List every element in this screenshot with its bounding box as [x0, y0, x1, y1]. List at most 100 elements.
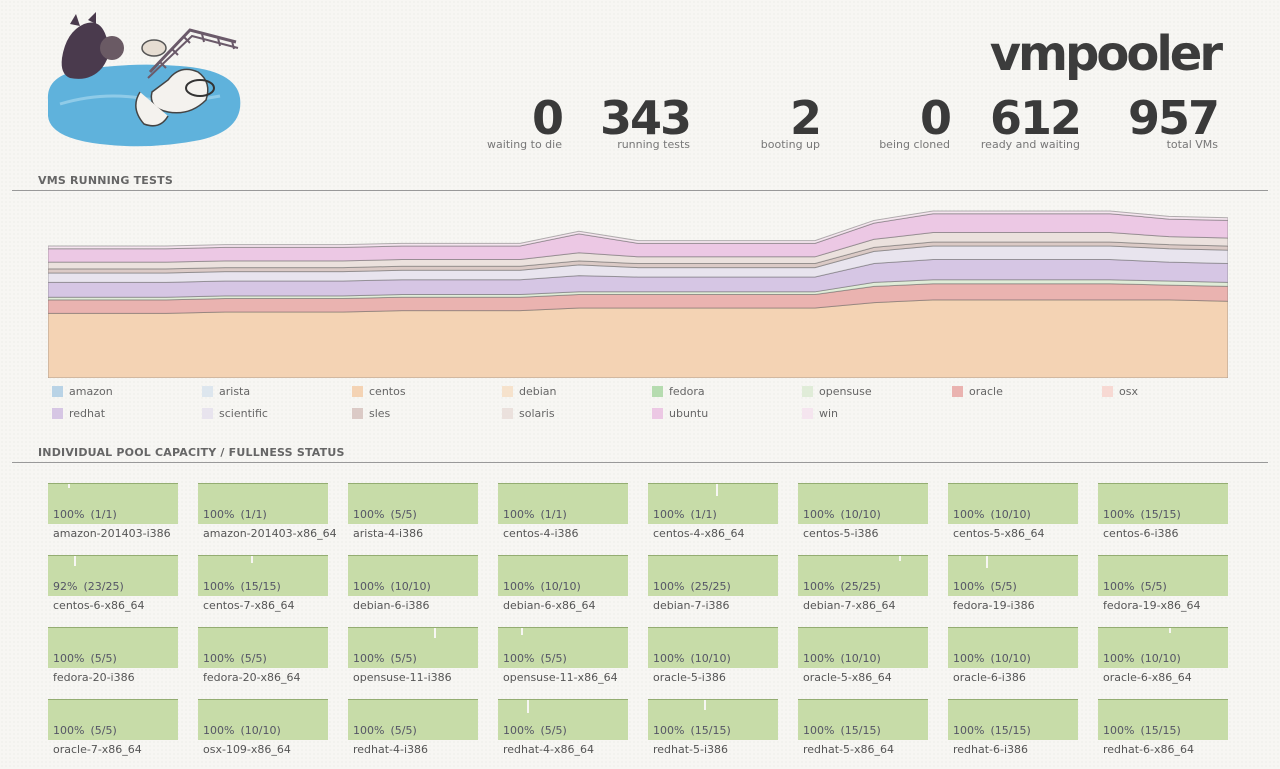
- pool-fullness: 100% (15/15): [803, 724, 881, 737]
- pool-count: (10/10): [240, 724, 281, 737]
- pool-card-redhat-4-x86_64[interactable]: 100% (5/5) redhat-4-x86_64: [498, 699, 628, 759]
- pool-name: fedora-20-i386: [53, 671, 135, 684]
- pool-card-centos-6-i386[interactable]: 100% (15/15) centos-6-i386: [1098, 483, 1228, 543]
- pool-card-fedora-20-i386[interactable]: 100% (5/5) fedora-20-i386: [48, 627, 178, 687]
- pool-card-oracle-6-i386[interactable]: 100% (10/10) oracle-6-i386: [948, 627, 1078, 687]
- legend-item-debian[interactable]: debian: [502, 384, 557, 398]
- pool-card-arista-4-i386[interactable]: 100% (5/5) arista-4-i386: [348, 483, 478, 543]
- pool-card-fedora-20-x86_64[interactable]: 100% (5/5) fedora-20-x86_64: [198, 627, 328, 687]
- pool-card-redhat-5-i386[interactable]: 100% (15/15) redhat-5-i386: [648, 699, 778, 759]
- pool-card-redhat-4-i386[interactable]: 100% (5/5) redhat-4-i386: [348, 699, 478, 759]
- legend-swatch: [352, 385, 363, 397]
- pool-count: (15/15): [990, 724, 1031, 737]
- pool-fullness: 100% (5/5): [353, 652, 417, 665]
- pool-card-oracle-7-x86_64[interactable]: 100% (5/5) oracle-7-x86_64: [48, 699, 178, 759]
- pool-card-opensuse-11-i386[interactable]: 100% (5/5) opensuse-11-i386: [348, 627, 478, 687]
- legend-label: sles: [369, 406, 391, 420]
- pool-percent: 100%: [203, 652, 235, 665]
- pool-fullness: 100% (1/1): [203, 508, 267, 521]
- sparkline-dip: [74, 556, 76, 566]
- pool-fullness: 100% (5/5): [953, 580, 1017, 593]
- pool-count: (10/10): [390, 580, 431, 593]
- pool-percent: 100%: [53, 652, 85, 665]
- pool-name: debian-7-i386: [653, 599, 730, 612]
- stat-value: 0: [531, 91, 564, 145]
- legend-item-oracle[interactable]: oracle: [952, 384, 1003, 398]
- pool-card-osx-109-x86_64[interactable]: 100% (10/10) osx-109-x86_64: [198, 699, 328, 759]
- sparkline-dip: [434, 628, 436, 638]
- pool-card-amazon-201403-x86_64[interactable]: 100% (1/1) amazon-201403-x86_64: [198, 483, 337, 543]
- legend-item-redhat[interactable]: redhat: [52, 406, 105, 420]
- legend-item-sles[interactable]: sles: [352, 406, 390, 420]
- pool-fullness: 100% (5/5): [503, 652, 567, 665]
- pool-card-centos-4-i386[interactable]: 100% (1/1) centos-4-i386: [498, 483, 628, 543]
- legend-item-scientific[interactable]: scientific: [202, 406, 268, 420]
- pool-card-redhat-5-x86_64[interactable]: 100% (15/15) redhat-5-x86_64: [798, 699, 928, 759]
- pool-card-debian-6-i386[interactable]: 100% (10/10) debian-6-i386: [348, 555, 478, 615]
- legend-item-centos[interactable]: centos: [352, 384, 406, 398]
- pool-name: redhat-4-x86_64: [503, 743, 594, 756]
- pool-card-debian-6-x86_64[interactable]: 100% (10/10) debian-6-x86_64: [498, 555, 628, 615]
- stat-label: being cloned: [879, 138, 950, 151]
- pool-card-debian-7-x86_64[interactable]: 100% (25/25) debian-7-x86_64: [798, 555, 928, 615]
- pool-card-amazon-201403-i386[interactable]: 100% (1/1) amazon-201403-i386: [48, 483, 178, 543]
- pool-percent: 100%: [1103, 508, 1135, 521]
- legend-label: oracle: [969, 384, 1003, 398]
- running-tests-stacked-chart: [48, 210, 1228, 378]
- legend-item-solaris[interactable]: solaris: [502, 406, 555, 420]
- pool-name: amazon-201403-i386: [53, 527, 171, 540]
- legend-item-ubuntu[interactable]: ubuntu: [652, 406, 708, 420]
- stat-booting-up: 2 booting up: [760, 92, 822, 151]
- pool-count: (25/25): [840, 580, 881, 593]
- pool-percent: 100%: [503, 580, 535, 593]
- pool-name: centos-7-x86_64: [203, 599, 295, 612]
- pool-card-opensuse-11-x86_64[interactable]: 100% (5/5) opensuse-11-x86_64: [498, 627, 628, 687]
- legend-item-opensuse[interactable]: opensuse: [802, 384, 872, 398]
- pool-name: centos-4-i386: [503, 527, 579, 540]
- pool-count: (1/1): [690, 508, 717, 521]
- pool-fullness: 100% (15/15): [953, 724, 1031, 737]
- pool-percent: 100%: [953, 652, 985, 665]
- pool-fullness: 100% (5/5): [53, 652, 117, 665]
- legend-label: amazon: [69, 384, 113, 398]
- pool-card-oracle-6-x86_64[interactable]: 100% (10/10) oracle-6-x86_64: [1098, 627, 1228, 687]
- pool-card-centos-7-x86_64[interactable]: 100% (15/15) centos-7-x86_64: [198, 555, 328, 615]
- sparkline-dip: [704, 700, 706, 710]
- pool-card-oracle-5-x86_64[interactable]: 100% (10/10) oracle-5-x86_64: [798, 627, 928, 687]
- pool-percent: 100%: [803, 652, 835, 665]
- pool-card-oracle-5-i386[interactable]: 100% (10/10) oracle-5-i386: [648, 627, 778, 687]
- pool-grid: 100% (1/1) amazon-201403-i386 100% (1/1) amaz…: [48, 483, 1228, 763]
- pool-name: oracle-6-x86_64: [1103, 671, 1192, 684]
- sparkline-dip: [986, 556, 988, 568]
- legend-item-fedora[interactable]: fedora: [652, 384, 705, 398]
- pool-card-centos-6-x86_64[interactable]: 92% (23/25) centos-6-x86_64: [48, 555, 178, 615]
- pool-fullness: 100% (5/5): [1103, 580, 1167, 593]
- pool-name: debian-7-x86_64: [803, 599, 896, 612]
- pool-card-fedora-19-x86_64[interactable]: 100% (5/5) fedora-19-x86_64: [1098, 555, 1228, 615]
- pool-card-centos-4-x86_64[interactable]: 100% (1/1) centos-4-x86_64: [648, 483, 778, 543]
- pool-card-centos-5-i386[interactable]: 100% (10/10) centos-5-i386: [798, 483, 928, 543]
- pool-percent: 100%: [953, 508, 985, 521]
- legend-swatch: [1102, 385, 1113, 397]
- pool-percent: 100%: [803, 580, 835, 593]
- pool-card-redhat-6-i386[interactable]: 100% (15/15) redhat-6-i386: [948, 699, 1078, 759]
- legend-item-osx[interactable]: osx: [1102, 384, 1138, 398]
- sparkline-dip: [251, 556, 253, 563]
- legend-item-amazon[interactable]: amazon: [52, 384, 113, 398]
- pool-fullness: 100% (15/15): [1103, 508, 1181, 521]
- pool-name: redhat-5-x86_64: [803, 743, 894, 756]
- pool-name: opensuse-11-x86_64: [503, 671, 618, 684]
- legend-item-arista[interactable]: arista: [202, 384, 250, 398]
- pool-fullness: 100% (5/5): [53, 724, 117, 737]
- pool-count: (15/15): [840, 724, 881, 737]
- pool-card-centos-5-x86_64[interactable]: 100% (10/10) centos-5-x86_64: [948, 483, 1078, 543]
- stat-label: booting up: [760, 138, 820, 151]
- pool-card-debian-7-i386[interactable]: 100% (25/25) debian-7-i386: [648, 555, 778, 615]
- pool-fullness: 100% (15/15): [203, 580, 281, 593]
- legend-item-win[interactable]: win: [802, 406, 838, 420]
- pool-card-redhat-6-x86_64[interactable]: 100% (15/15) redhat-6-x86_64: [1098, 699, 1228, 759]
- pool-card-fedora-19-i386[interactable]: 100% (5/5) fedora-19-i386: [948, 555, 1078, 615]
- pool-fullness: 100% (1/1): [653, 508, 717, 521]
- pool-percent: 100%: [353, 652, 385, 665]
- pool-count: (23/25): [83, 580, 124, 593]
